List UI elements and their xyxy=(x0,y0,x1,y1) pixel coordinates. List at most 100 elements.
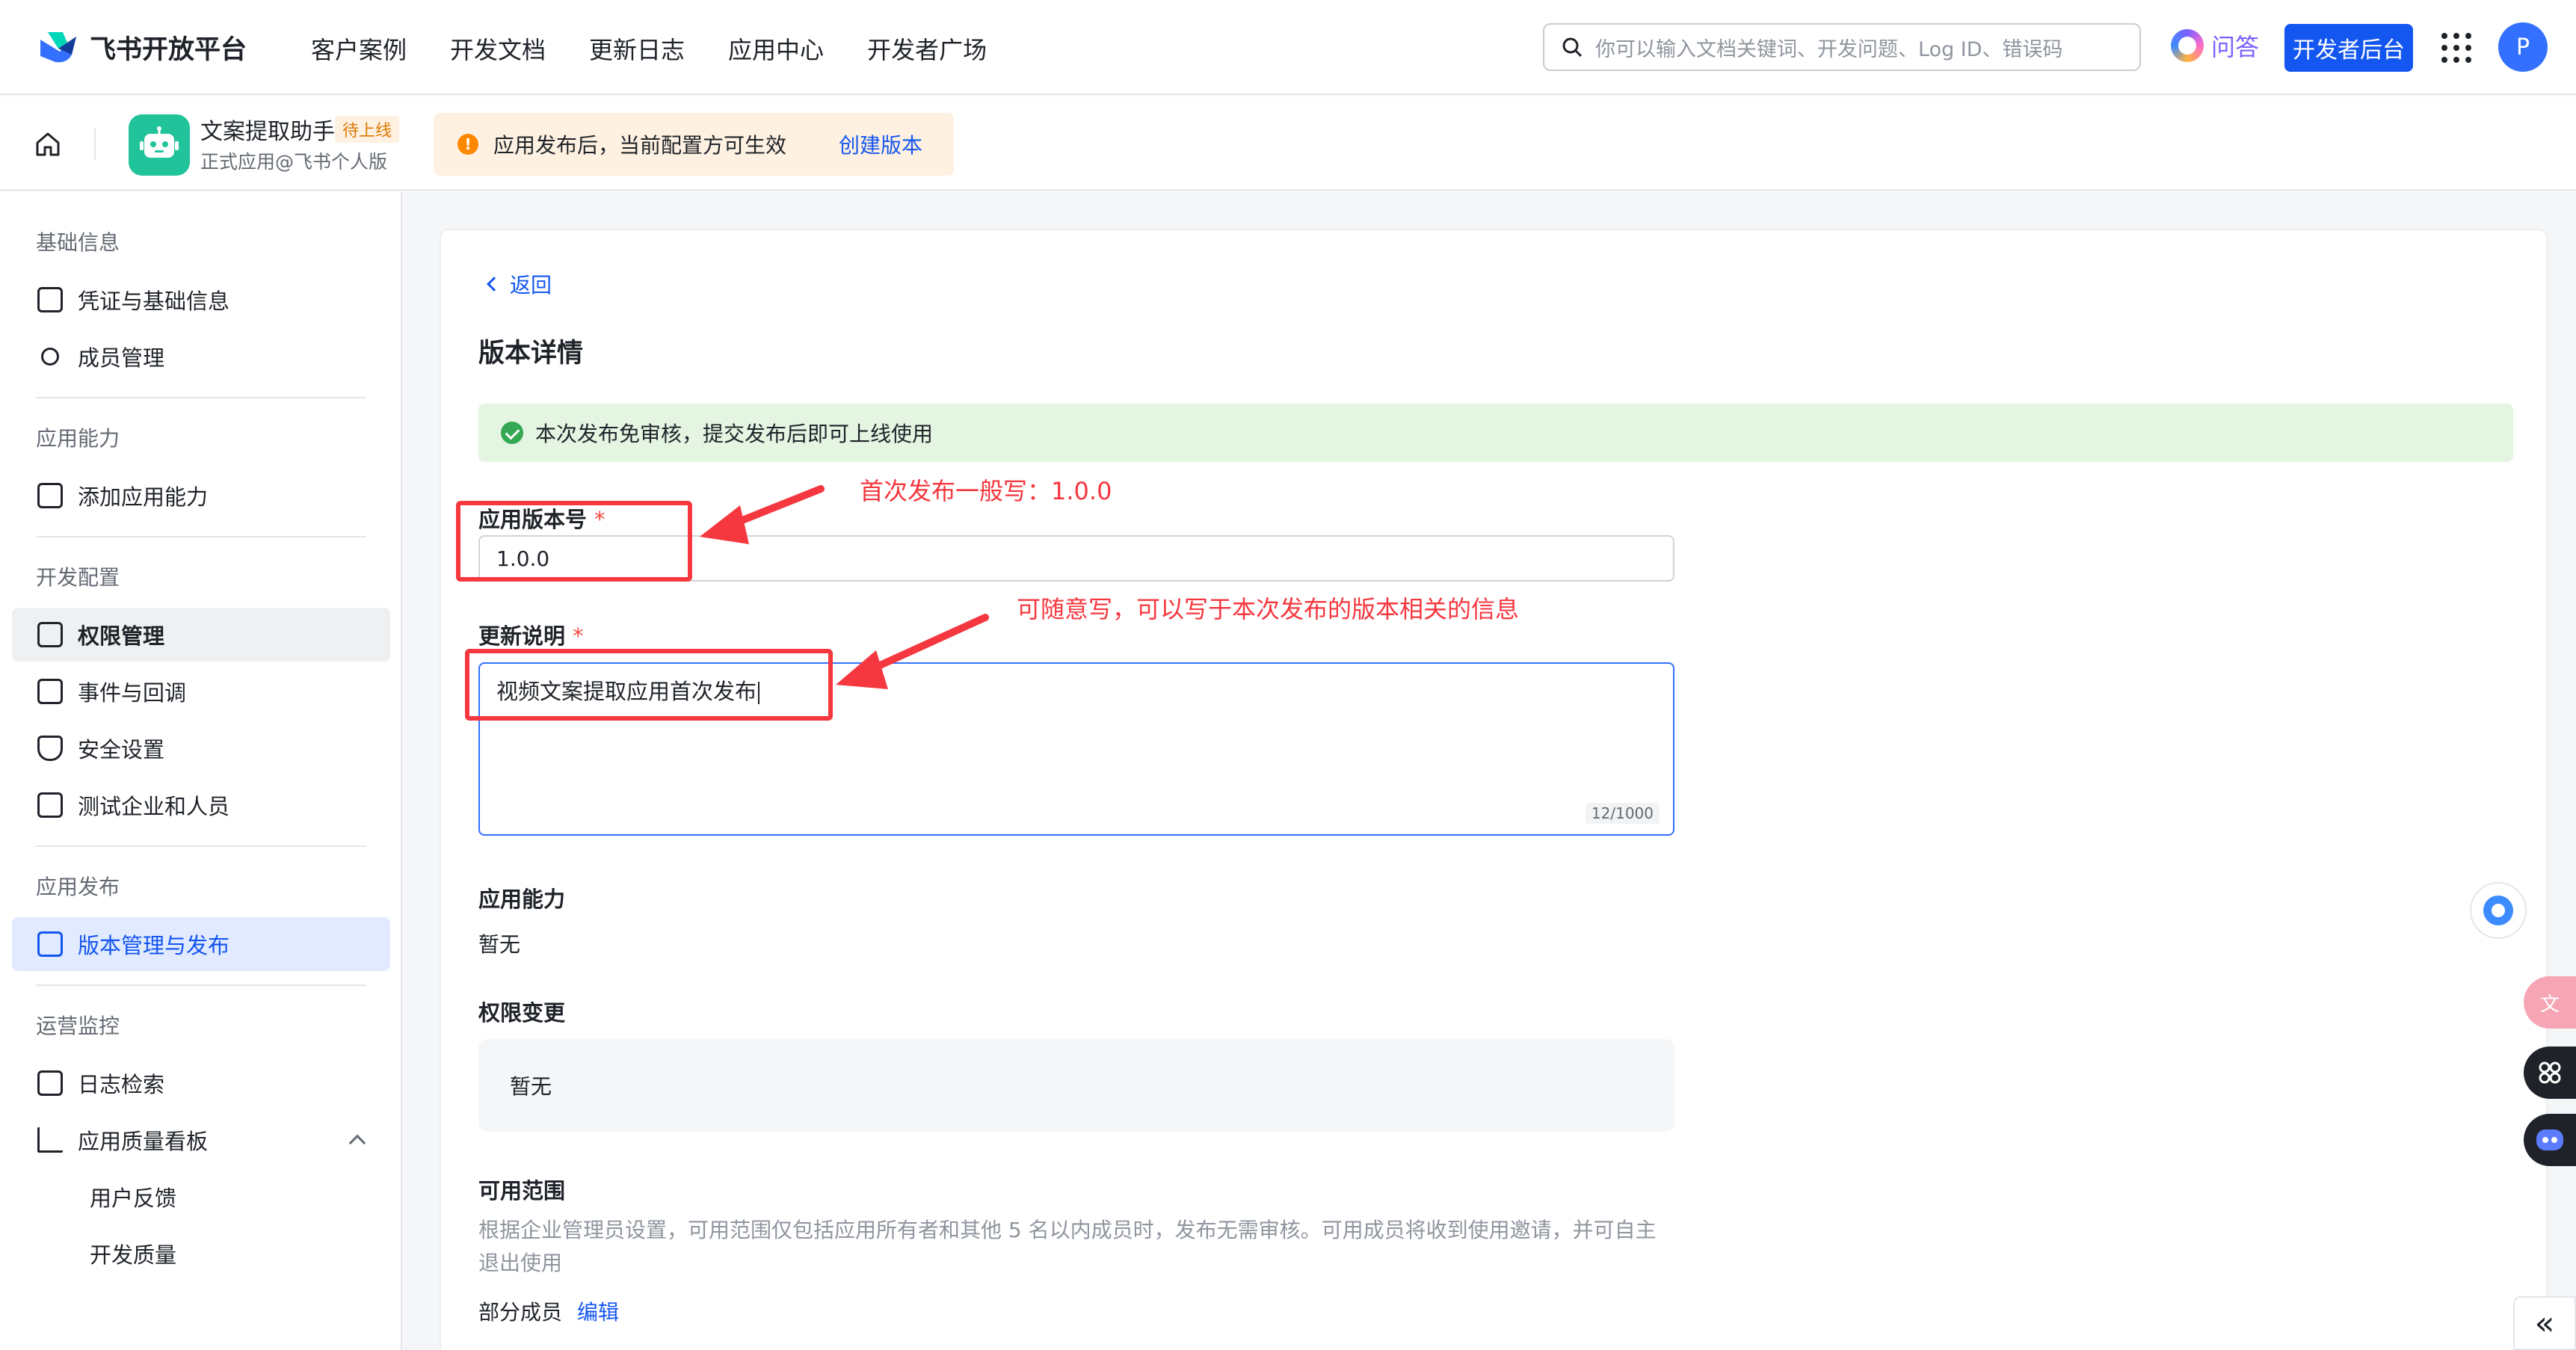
collapse-button[interactable]: « xyxy=(2513,1296,2576,1350)
members-edit-link[interactable]: 编辑 xyxy=(577,1296,619,1326)
sidebar-item-security[interactable]: 安全设置 xyxy=(12,721,390,775)
version-detail-card: 返回 版本详情 本次发布免审核，提交发布后即可上线使用 应用版本号 * 1.0.0… xyxy=(440,229,2548,1350)
shortcut-icon[interactable] xyxy=(2524,1047,2576,1099)
lock-briefcase-icon xyxy=(37,622,63,647)
nav-app-center[interactable]: 应用中心 xyxy=(728,31,824,66)
sidebar-item-members[interactable]: 成员管理 xyxy=(12,330,390,383)
annotation-box-version xyxy=(456,501,692,582)
id-card-icon xyxy=(37,287,63,312)
bar-chart-icon xyxy=(37,1127,63,1153)
nav-dev-docs[interactable]: 开发文档 xyxy=(450,31,546,66)
user-add-icon xyxy=(41,348,59,366)
back-link[interactable]: 返回 xyxy=(478,269,552,299)
shield-icon xyxy=(37,736,63,761)
divider xyxy=(36,845,366,847)
qa-button[interactable]: 问答 xyxy=(2171,28,2259,63)
dev-console-button[interactable]: 开发者后台 xyxy=(2284,24,2413,72)
divider xyxy=(36,397,366,398)
ai-orb-icon xyxy=(2171,29,2204,62)
main-nav: 客户案例 开发文档 更新日志 应用中心 开发者广场 xyxy=(311,31,1030,66)
sidebar-section-monitoring: 运营监控 xyxy=(36,1014,120,1038)
home-icon[interactable] xyxy=(33,129,63,159)
required-mark: * xyxy=(573,623,584,649)
sidebar-item-add-capability[interactable]: 添加应用能力 xyxy=(12,469,390,523)
sidebar-item-label: 凭证与基础信息 xyxy=(78,289,230,314)
sidebar-item-label: 事件与回调 xyxy=(78,680,187,706)
create-version-link[interactable]: 创建版本 xyxy=(839,129,922,159)
sidebar-item-dev-quality[interactable]: 开发质量 xyxy=(12,1227,390,1280)
sidebar-item-label: 权限管理 xyxy=(78,623,165,649)
sidebar-section-capability: 应用能力 xyxy=(36,426,120,451)
publish-notice: ! 应用发布后，当前配置方可生效 创建版本 xyxy=(434,113,954,176)
app-type: 正式应用@飞书个人版 xyxy=(200,151,388,173)
notes-label: 更新说明 * xyxy=(478,619,584,650)
members-row: 部分成员 编辑 xyxy=(478,1296,619,1326)
robot-icon xyxy=(129,114,190,176)
event-icon xyxy=(37,679,63,704)
sidebar-section-dev-config: 开发配置 xyxy=(36,565,120,590)
search-icon xyxy=(1562,37,1583,58)
bot-assistant-icon[interactable] xyxy=(2524,1114,2576,1166)
permission-label: 权限变更 xyxy=(478,1000,566,1026)
sidebar: 基础信息 凭证与基础信息 成员管理 应用能力 添加应用能力 开发配置 权限管理 … xyxy=(0,192,402,1350)
feishu-logo-icon xyxy=(40,31,76,62)
sidebar-item-test-org[interactable]: 测试企业和人员 xyxy=(12,778,390,832)
sidebar-item-quality-board[interactable]: 应用质量看板 xyxy=(12,1113,390,1167)
app-subheader: 文案提取助手 待上线 正式应用@飞书个人版 ! 应用发布后，当前配置方可生效 创… xyxy=(0,96,2576,191)
members-label: 部分成员 xyxy=(478,1300,563,1325)
translate-glyph: 文 xyxy=(2539,993,2560,1016)
scope-description: 根据企业管理员设置，可用范围仅包括应用所有者和其他 5 名以内成员时，发布无需审… xyxy=(478,1218,1657,1275)
command-icon xyxy=(2539,1061,2561,1084)
bot-face-icon xyxy=(2536,1129,2563,1150)
sidebar-item-permissions[interactable]: 权限管理 xyxy=(12,608,390,662)
top-nav: 飞书开放平台 客户案例 开发文档 更新日志 应用中心 开发者广场 你可以输入文档… xyxy=(0,0,2576,95)
sidebar-item-label: 添加应用能力 xyxy=(78,484,209,510)
sidebar-item-log-search[interactable]: 日志检索 xyxy=(12,1056,390,1110)
permission-value: 暂无 xyxy=(510,1074,552,1099)
sidebar-section-basic: 基础信息 xyxy=(36,230,120,255)
feishu-logo[interactable]: 飞书开放平台 xyxy=(37,28,247,67)
search-placeholder: 你可以输入文档关键词、开发问题、Log ID、错误码 xyxy=(1595,37,2063,61)
sidebar-item-label: 日志检索 xyxy=(78,1072,165,1097)
annotation-notes-note: 可随意写，可以写于本次发布的版本相关的信息 xyxy=(1017,595,1520,623)
notice-text: 应用发布后，当前配置方可生效 xyxy=(493,133,787,158)
translate-icon[interactable]: 文 xyxy=(2524,976,2576,1029)
permission-box: 暂无 xyxy=(478,1039,1674,1132)
scope-label: 可用范围 xyxy=(478,1178,566,1203)
chevron-left-icon xyxy=(487,277,502,292)
code-icon xyxy=(37,792,63,818)
sidebar-item-label: 用户反馈 xyxy=(90,1186,177,1211)
sidebar-item-events[interactable]: 事件与回调 xyxy=(12,665,390,718)
nav-changelog[interactable]: 更新日志 xyxy=(589,31,685,66)
log-search-icon xyxy=(37,1070,63,1096)
chat-bubble-icon xyxy=(2483,896,2513,925)
capability-value: 暂无 xyxy=(478,932,521,957)
sidebar-item-credentials[interactable]: 凭证与基础信息 xyxy=(12,273,390,327)
app-name: 文案提取助手 xyxy=(200,119,335,145)
divider xyxy=(94,128,96,161)
search-input[interactable]: 你可以输入文档关键词、开发问题、Log ID、错误码 xyxy=(1543,23,2141,71)
sidebar-item-version-publish[interactable]: 版本管理与发布 xyxy=(12,917,390,971)
back-label: 返回 xyxy=(510,273,552,298)
chevron-up-icon[interactable] xyxy=(348,1134,366,1152)
logo-text: 飞书开放平台 xyxy=(90,35,247,65)
chat-assistant-button[interactable] xyxy=(2470,882,2527,939)
annotation-version-note: 首次发布一般写：1.0.0 xyxy=(860,477,1112,505)
apps-grid-icon[interactable] xyxy=(2441,33,2471,63)
char-counter: 12/1000 xyxy=(1585,803,1660,824)
check-circle-icon xyxy=(501,422,523,444)
sidebar-item-user-feedback[interactable]: 用户反馈 xyxy=(12,1170,390,1224)
sidebar-section-publish: 应用发布 xyxy=(36,875,120,899)
qa-label: 问答 xyxy=(2211,33,2260,61)
avatar[interactable]: P xyxy=(2498,22,2548,72)
nav-dev-square[interactable]: 开发者广场 xyxy=(867,31,987,66)
success-text: 本次发布免审核，提交发布后即可上线使用 xyxy=(535,422,934,446)
sidebar-item-label: 应用质量看板 xyxy=(78,1129,209,1154)
sidebar-item-label: 开发质量 xyxy=(90,1242,177,1268)
double-chevron-left-icon: « xyxy=(2534,1304,2555,1343)
capability-label: 应用能力 xyxy=(478,887,566,912)
nav-customer-cases[interactable]: 客户案例 xyxy=(311,31,407,66)
annotation-box-notes xyxy=(465,649,833,721)
sidebar-item-label: 版本管理与发布 xyxy=(78,933,230,958)
sidebar-item-label: 成员管理 xyxy=(78,345,165,371)
